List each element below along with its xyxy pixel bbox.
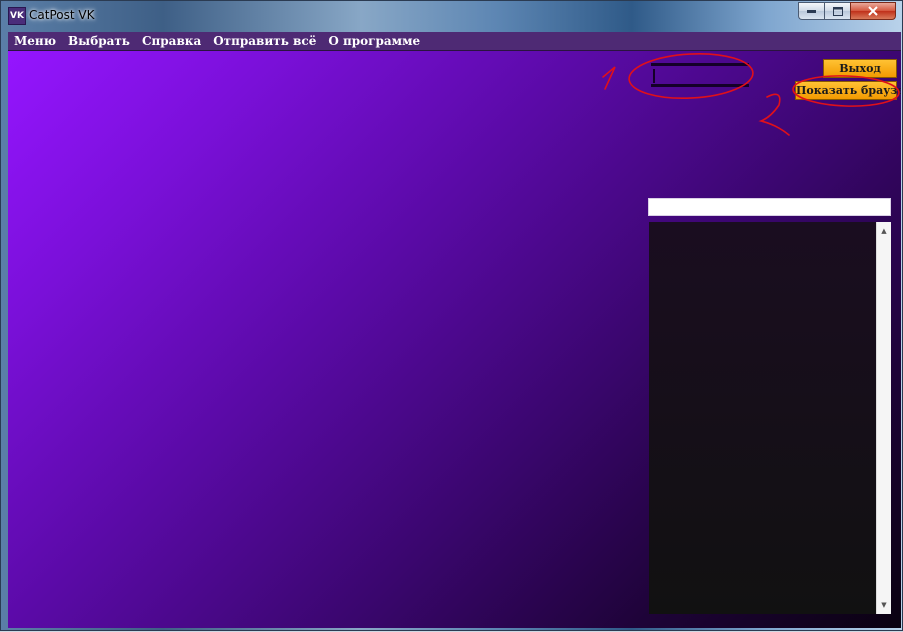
vertical-scrollbar[interactable]: ▲ ▼ — [876, 222, 891, 614]
menu-item-help[interactable]: Справка — [136, 34, 207, 48]
menu-item-send-all[interactable]: Отправить всё — [207, 34, 322, 48]
maximize-icon — [832, 6, 843, 16]
list-content[interactable] — [649, 222, 876, 614]
menu-item-about[interactable]: О программе — [322, 34, 426, 48]
empty-field[interactable] — [651, 63, 749, 87]
close-icon — [868, 6, 878, 16]
menu-item-select[interactable]: Выбрать — [62, 34, 136, 48]
minimize-button[interactable] — [798, 2, 824, 20]
window-title: CatPost VK — [29, 8, 95, 22]
list-panel: ▲ ▼ — [649, 222, 891, 614]
app-window: VK CatPost VK Меню Выбрать Справка Отпра… — [0, 0, 903, 631]
vk-logo-icon: VK — [8, 7, 26, 25]
window-controls — [798, 2, 896, 20]
search-input[interactable] — [648, 198, 891, 216]
menu-bar: Меню Выбрать Справка Отправить всё О про… — [8, 32, 901, 51]
show-browser-button[interactable]: Показать браузер — [795, 81, 901, 100]
scroll-down-icon[interactable]: ▼ — [877, 598, 891, 612]
title-bar[interactable]: VK CatPost VK — [1, 1, 902, 30]
minimize-icon — [807, 9, 816, 13]
main-area: Выход Показать браузер ▲ ▼ — [8, 51, 901, 628]
close-button[interactable] — [850, 2, 896, 20]
scroll-up-icon[interactable]: ▲ — [877, 224, 891, 238]
exit-button[interactable]: Выход — [823, 59, 897, 78]
menu-item-menu[interactable]: Меню — [8, 34, 62, 48]
maximize-button[interactable] — [824, 2, 850, 20]
